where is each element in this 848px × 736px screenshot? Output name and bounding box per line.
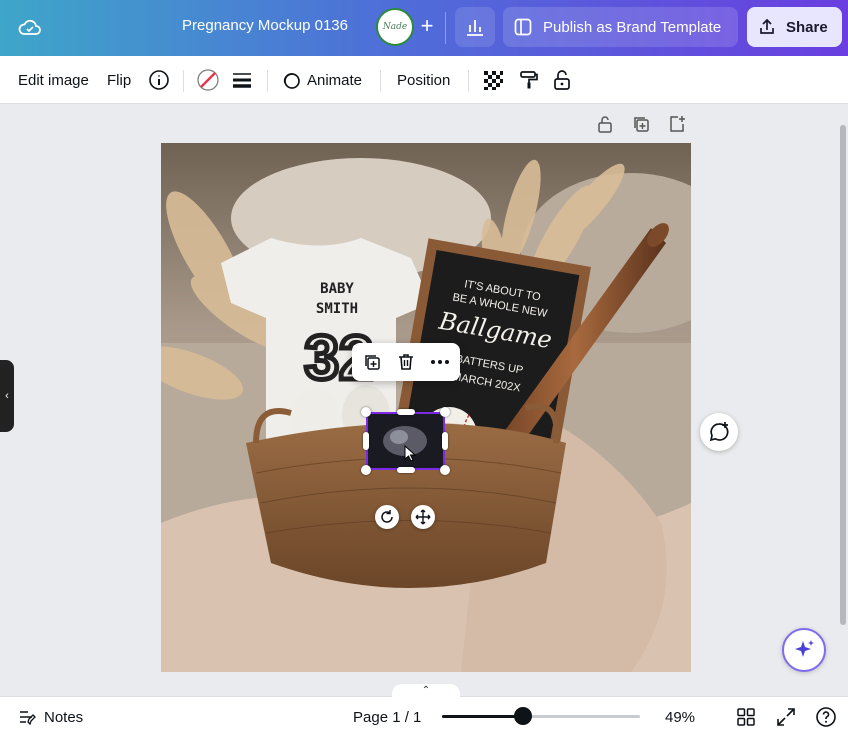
publish-label: Publish as Brand Template (543, 18, 722, 36)
photo-illustration: BABY SMITH 32 IT'S ABOUT TO BE A WHOLE N… (161, 143, 691, 672)
rotate-icon (381, 510, 393, 523)
resize-handle-right[interactable] (442, 432, 448, 450)
page-indicator[interactable]: Page 1 / 1 (353, 697, 421, 736)
animate-icon (283, 73, 300, 89)
editor-toolbar: Edit image Flip Animate Position (0, 56, 848, 104)
add-page-icon[interactable] (667, 114, 687, 134)
move-button[interactable] (411, 505, 435, 529)
border-style-button[interactable] (231, 56, 253, 104)
zoom-slider-fill (442, 715, 524, 718)
border-color-button[interactable] (196, 56, 220, 104)
grid-view-button[interactable] (736, 697, 756, 736)
divider (445, 12, 446, 44)
trash-icon (399, 354, 413, 370)
bar-chart-icon (467, 20, 483, 36)
side-panel-toggle[interactable]: ‹ (0, 360, 14, 432)
edit-image-button[interactable]: Edit image (18, 56, 89, 104)
fullscreen-button[interactable] (776, 697, 796, 736)
transparency-button[interactable] (482, 56, 504, 104)
brand-logo-text: Nade (382, 22, 408, 32)
duplicate-icon (365, 355, 380, 370)
publish-brand-template-button[interactable]: Publish as Brand Template (503, 7, 738, 47)
document-title[interactable]: Pregnancy Mockup 0136 (170, 17, 360, 34)
magic-assistant-button[interactable] (782, 628, 826, 672)
transparency-icon (484, 71, 503, 90)
position-button[interactable]: Position (397, 56, 450, 104)
zoom-level[interactable]: 49% (665, 697, 695, 736)
resize-handle-top-left[interactable] (361, 407, 371, 417)
mouse-cursor-icon (404, 445, 417, 462)
share-icon (760, 18, 774, 34)
onesie-text-baby: BABY (320, 281, 354, 297)
more-options-button[interactable] (429, 351, 451, 373)
zoom-slider-track[interactable] (442, 715, 640, 718)
duplicate-page-icon[interactable] (631, 114, 651, 134)
unlock-icon (554, 70, 570, 90)
chevron-left-icon: ‹ (5, 390, 9, 402)
add-comment-button[interactable] (700, 413, 738, 451)
divider (468, 70, 469, 92)
element-context-menu (352, 343, 460, 381)
animate-button[interactable]: Animate (281, 56, 362, 104)
baby-announcement-photo[interactable]: BABY SMITH 32 IT'S ABOUT TO BE A WHOLE N… (161, 143, 691, 672)
delete-element-button[interactable] (395, 351, 417, 373)
expand-icon (777, 708, 795, 726)
divider (183, 70, 184, 92)
rotate-button[interactable] (375, 505, 399, 529)
notes-icon (20, 711, 36, 726)
comment-add-icon (709, 422, 729, 442)
resize-handle-bottom[interactable] (397, 467, 415, 473)
grid-icon (737, 708, 755, 726)
notes-label: Notes (44, 708, 84, 726)
divider (267, 70, 268, 92)
resize-handle-bottom-left[interactable] (361, 465, 371, 475)
collapse-pages-toggle[interactable]: ⌃ (392, 684, 460, 698)
animate-label: Animate (307, 71, 363, 89)
resize-handle-top-right[interactable] (440, 407, 450, 417)
lock-page-icon[interactable] (595, 114, 615, 134)
notes-button[interactable]: Notes (18, 697, 83, 736)
onesie-text-smith: SMITH (316, 301, 358, 317)
flip-button[interactable]: Flip (107, 56, 131, 104)
top-bar: Pregnancy Mockup 0136 Nade + Publish as … (0, 0, 848, 56)
lock-button[interactable] (551, 56, 573, 104)
info-button[interactable] (148, 56, 170, 104)
template-icon (514, 18, 532, 36)
duplicate-element-button[interactable] (361, 351, 383, 373)
resize-handle-left[interactable] (363, 432, 369, 450)
divider (380, 70, 381, 92)
footer-bar: Notes Page 1 / 1 49% (0, 696, 848, 736)
resize-handle-top[interactable] (397, 409, 415, 415)
resize-handle-bottom-right[interactable] (440, 465, 450, 475)
share-label: Share (786, 18, 828, 36)
insights-button[interactable] (455, 7, 495, 47)
copy-style-button[interactable] (518, 56, 540, 104)
sparkle-icon (795, 640, 814, 657)
cloud-saved-icon[interactable] (17, 15, 43, 41)
move-icon (415, 509, 431, 525)
no-color-swatch-icon (197, 69, 219, 91)
border-style-icon (233, 73, 251, 88)
help-icon (816, 707, 836, 727)
help-button[interactable] (815, 697, 837, 736)
share-button[interactable]: Share (747, 7, 842, 47)
add-collaborator-button[interactable]: + (414, 14, 440, 40)
more-horizontal-icon (431, 360, 449, 364)
vertical-scrollbar[interactable] (840, 125, 846, 625)
brand-avatar[interactable]: Nade (376, 8, 414, 46)
paint-roller-icon (520, 71, 538, 89)
info-icon (149, 70, 169, 90)
